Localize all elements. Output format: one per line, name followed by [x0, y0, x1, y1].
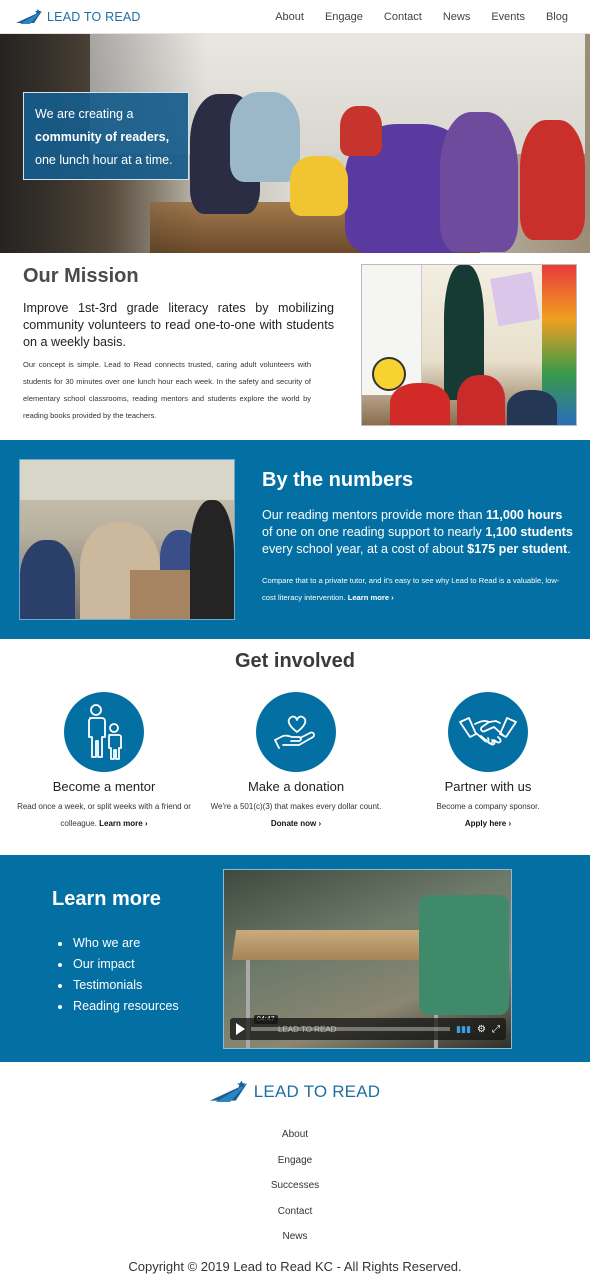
hero-line-3: one lunch hour at a time. [35, 153, 173, 167]
footer-news[interactable]: News [0, 1224, 590, 1250]
footer-links: About Engage Successes Contact News [0, 1122, 590, 1250]
bullet-icon [58, 962, 62, 967]
nav-contact[interactable]: Contact [384, 11, 422, 23]
donate-now-link[interactable]: Donate now › [271, 819, 321, 828]
footer-successes[interactable]: Successes [0, 1173, 590, 1199]
learn-more-item[interactable]: Who we are [58, 933, 179, 954]
partner-card: Partner with us Become a company sponsor… [399, 692, 577, 832]
reading-resources-link[interactable]: Reading resources [73, 996, 179, 1017]
hero-line-2: community of readers, [35, 130, 170, 144]
hours-stat: 11,000 hours [486, 508, 563, 522]
numbers-lead: Our reading mentors provide more than 11… [262, 508, 573, 556]
mentor-title: Become a mentor [52, 779, 156, 794]
video-chair [419, 895, 509, 1015]
hero-tagline-box: We are creating a community of readers, … [23, 92, 189, 180]
logo-mark-icon [16, 8, 42, 24]
top-nav: LEAD TO READ About Engage Contact News E… [0, 0, 590, 34]
copyright: Copyright © 2019 Lead to Read KC - All R… [128, 1259, 462, 1274]
logo-mark-icon [209, 1080, 247, 1102]
footer-contact[interactable]: Contact [0, 1199, 590, 1225]
get-involved-title: Get involved [234, 650, 356, 672]
brand-name: LEAD TO READ [47, 9, 141, 24]
mission-photo [361, 264, 577, 426]
learn-more-item[interactable]: Reading resources [58, 996, 179, 1017]
numbers-photo [19, 459, 235, 620]
learn-more-item[interactable]: Our impact [58, 954, 179, 975]
heart-hand-icon [256, 692, 336, 772]
settings-icon[interactable]: ⚙ [477, 1024, 486, 1035]
nav-links: About Engage Contact News Events Blog [275, 11, 568, 23]
our-impact-link[interactable]: Our impact [73, 954, 135, 975]
play-icon[interactable] [236, 1023, 245, 1035]
nav-blog[interactable]: Blog [546, 11, 568, 23]
testimonials-link[interactable]: Testimonials [73, 975, 142, 996]
footer-about[interactable]: About [0, 1122, 590, 1148]
learn-more-item[interactable]: Testimonials [58, 975, 179, 996]
mentor-text: Read once a week, or split weeks with a … [17, 802, 191, 828]
mentor-learn-more-link[interactable]: Learn more › [99, 819, 147, 828]
hero-photo: We are creating a community of readers, … [0, 34, 590, 253]
mission-title: Our Mission [23, 265, 139, 287]
learn-more-list: Who we are Our impact Testimonials Readi… [58, 933, 179, 1017]
partner-title: Partner with us [444, 779, 532, 794]
hero-line-1: We are creating a [35, 107, 134, 121]
learn-more-title: Learn more [52, 888, 161, 910]
footer-logo[interactable]: LEAD TO READ [0, 1080, 590, 1104]
nav-events[interactable]: Events [491, 11, 525, 23]
apply-here-link[interactable]: Apply here › [465, 819, 511, 828]
donation-card: Make a donation We're a 501(c)(3) that m… [207, 692, 385, 832]
bullet-icon [58, 983, 62, 988]
cost-stat: $175 per student [467, 542, 568, 556]
video-controls: LEAD TO READ ▮▮▮ ⚙ ⤢ [230, 1018, 506, 1040]
numbers-title: By the numbers [262, 469, 414, 491]
students-stat: 1,100 students [485, 525, 573, 539]
teacher-book [490, 271, 540, 327]
nav-engage[interactable]: Engage [325, 11, 363, 23]
video-player[interactable]: 04:47 LEAD TO READ ▮▮▮ ⚙ ⤢ [223, 869, 512, 1049]
numbers-learn-more-link[interactable]: Learn more › [348, 593, 394, 602]
footer-brand-name: LEAD TO READ [253, 1082, 381, 1101]
nav-news[interactable]: News [443, 11, 471, 23]
brand-logo[interactable]: LEAD TO READ [16, 8, 141, 25]
video-watermark: LEAD TO READ [278, 1024, 337, 1034]
partner-text: Become a company sponsor. Apply here › [436, 802, 540, 828]
mentor-card: Become a mentor Read once a week, or spl… [15, 692, 193, 832]
donation-title: Make a donation [247, 779, 345, 794]
nav-about[interactable]: About [275, 11, 304, 23]
fullscreen-icon[interactable]: ⤢ [492, 1024, 500, 1035]
handshake-icon [448, 692, 528, 772]
bullet-icon [58, 1004, 62, 1009]
mission-body: Our concept is simple. Lead to Read conn… [23, 360, 311, 420]
numbers-section: By the numbers Our reading mentors provi… [0, 440, 590, 639]
numbers-note: Compare that to a private tutor, and it'… [262, 576, 560, 602]
who-we-are-link[interactable]: Who we are [73, 933, 140, 954]
footer-engage[interactable]: Engage [0, 1148, 590, 1174]
learn-more-section: Learn more Who we are Our impact Testimo… [0, 855, 590, 1062]
volume-icon[interactable]: ▮▮▮ [456, 1024, 471, 1035]
mission-lead: Improve 1st-3rd grade literacy rates by … [23, 301, 334, 349]
parent-child-icon [64, 692, 144, 772]
bullet-icon [58, 941, 62, 946]
donation-text: We're a 501(c)(3) that makes every dolla… [210, 802, 382, 828]
